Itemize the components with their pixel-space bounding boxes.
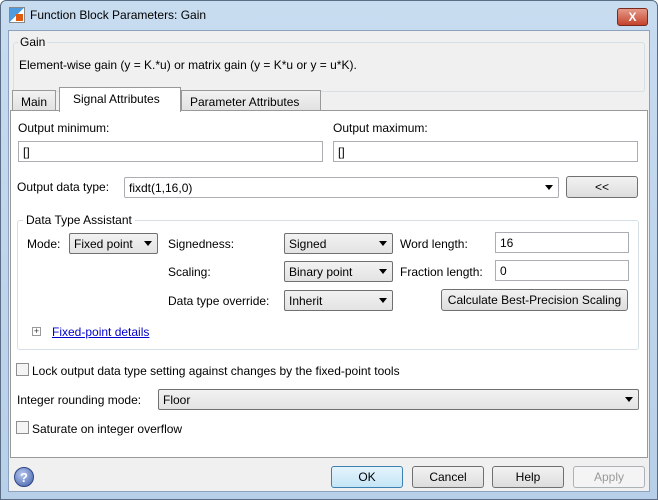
mode-label: Mode: <box>27 237 61 251</box>
chevron-down-icon <box>379 269 387 274</box>
signedness-select[interactable]: Signed <box>284 233 393 254</box>
tab-parameter-attributes[interactable]: Parameter Attributes <box>181 90 321 112</box>
hide-assistant-button[interactable]: << <box>566 176 638 198</box>
data-type-override-label: Data type override: <box>168 294 270 308</box>
rounding-mode-value: Floor <box>163 393 191 407</box>
output-data-type-combo[interactable]: fixdt(1,16,0) <box>124 177 559 198</box>
lock-data-type-label: Lock output data type setting against ch… <box>32 364 400 378</box>
fraction-length-label: Fraction length: <box>400 265 483 279</box>
data-type-override-select[interactable]: Inherit <box>284 290 393 311</box>
block-description: Element-wise gain (y = K.*u) or matrix g… <box>19 58 357 72</box>
output-minimum-input[interactable]: [] <box>18 141 323 162</box>
rounding-mode-label: Integer rounding mode: <box>17 393 142 407</box>
expand-plus-icon[interactable]: + <box>32 327 41 336</box>
fixed-point-details-link[interactable]: Fixed-point details <box>52 325 149 339</box>
data-type-assistant-label: Data Type Assistant <box>23 213 135 227</box>
calculate-best-precision-button[interactable]: Calculate Best-Precision Scaling <box>441 289 628 311</box>
mode-select[interactable]: Fixed point <box>69 233 158 254</box>
window-title: Function Block Parameters: Gain <box>30 8 207 22</box>
close-button[interactable]: X <box>617 8 648 26</box>
data-type-override-value: Inherit <box>289 294 323 308</box>
output-data-type-value: fixdt(1,16,0) <box>129 181 193 195</box>
scaling-select[interactable]: Binary point <box>284 261 393 282</box>
saturate-label: Saturate on integer overflow <box>32 422 183 436</box>
output-minimum-label: Output minimum: <box>18 121 110 135</box>
scaling-label: Scaling: <box>168 265 211 279</box>
rounding-mode-select[interactable]: Floor <box>158 389 639 410</box>
word-length-label: Word length: <box>400 237 468 251</box>
help-question-icon[interactable]: ? <box>14 467 34 487</box>
tab-main[interactable]: Main <box>12 90 57 112</box>
chevron-down-icon <box>144 241 152 246</box>
chevron-down-icon <box>545 185 553 190</box>
signedness-value: Signed <box>289 237 327 251</box>
simulink-app-icon <box>9 7 25 23</box>
chevron-down-icon <box>379 298 387 303</box>
signedness-label: Signedness: <box>168 237 235 251</box>
saturate-checkbox[interactable] <box>16 421 29 434</box>
cancel-button[interactable]: Cancel <box>412 466 484 488</box>
output-data-type-label: Output data type: <box>17 180 110 194</box>
chevron-down-icon <box>625 397 633 402</box>
help-button[interactable]: Help <box>492 466 564 488</box>
output-maximum-label: Output maximum: <box>333 121 428 135</box>
apply-button[interactable]: Apply <box>573 466 645 488</box>
scaling-value: Binary point <box>289 265 353 279</box>
fraction-length-input[interactable]: 0 <box>495 260 629 281</box>
mode-value: Fixed point <box>74 237 133 251</box>
ok-button[interactable]: OK <box>331 466 403 488</box>
chevron-down-icon <box>379 241 387 246</box>
word-length-input[interactable]: 16 <box>495 232 629 253</box>
tab-signal-attributes[interactable]: Signal Attributes <box>59 87 181 112</box>
lock-data-type-checkbox[interactable] <box>16 363 29 376</box>
gain-group-label: Gain <box>18 35 48 49</box>
output-maximum-input[interactable]: [] <box>333 141 638 162</box>
